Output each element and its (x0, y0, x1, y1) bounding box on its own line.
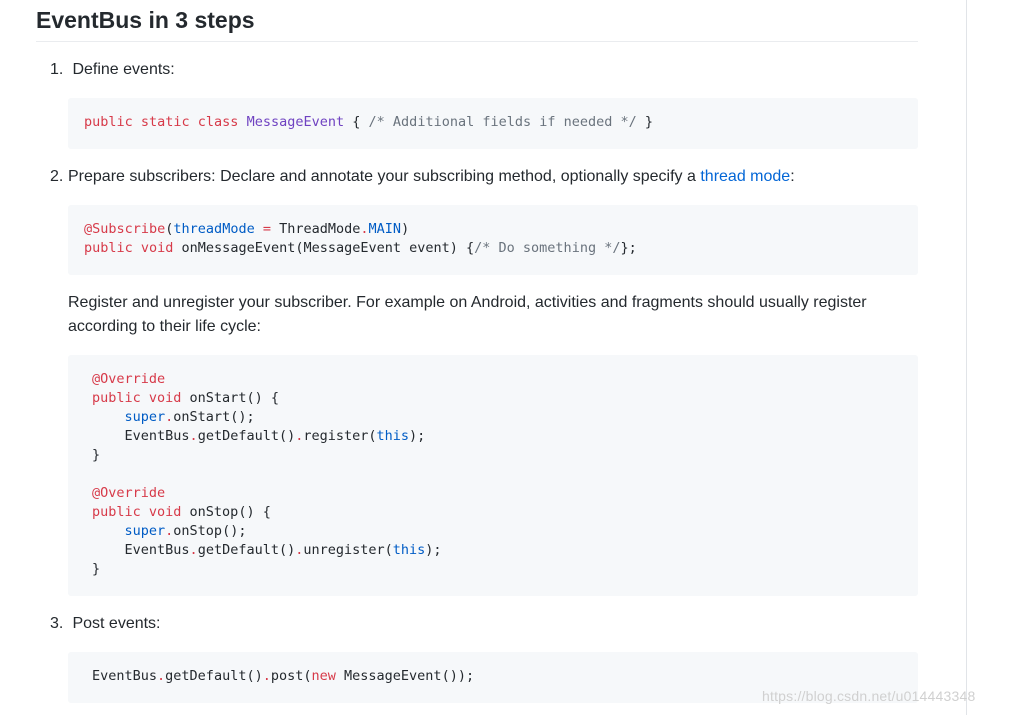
code-call-end: ); (409, 428, 426, 444)
code-call: onStart(); (173, 409, 255, 425)
step-1: 1. Define events: (50, 58, 175, 82)
code-block-define-event: public static class MessageEvent { /* Ad… (68, 98, 918, 149)
step-3-text: Post events: (72, 615, 161, 632)
code-super: super (124, 409, 166, 425)
code-operator: = (262, 221, 271, 237)
code-method-signature: onStart() { (189, 390, 279, 406)
code-method-signature: onStop() { (189, 504, 271, 520)
code-type: ThreadMode (279, 221, 361, 237)
step-2-number: 2. (50, 168, 64, 185)
section-heading: EventBus in 3 steps (36, 7, 255, 33)
code-call-end: ); (425, 542, 442, 558)
code-call: getDefault() (165, 668, 263, 684)
code-type: EventBus (124, 542, 190, 558)
code-keyword: public void (92, 504, 182, 520)
code-type: EventBus (92, 668, 158, 684)
code-brace: }; (620, 240, 637, 256)
code-param: threadMode (173, 221, 255, 237)
code-constant: MAIN (368, 221, 402, 237)
step-3: 3. Post events: (50, 612, 161, 636)
code-call: post( (270, 668, 312, 684)
heading-divider (36, 41, 918, 42)
code-call: getDefault() (197, 428, 296, 444)
step-2-text: Prepare subscribers: Declare and annotat… (68, 168, 701, 185)
code-keyword: public void (92, 390, 182, 406)
code-brace: } (92, 447, 101, 463)
code-operator: . (262, 668, 271, 684)
code-block-subscriber: @Subscribe(threadMode = ThreadMode.MAIN)… (68, 205, 918, 275)
code-type: EventBus (124, 428, 190, 444)
code-brace: { (352, 114, 361, 130)
code-annotation: @Override (92, 485, 166, 501)
code-operator: . (189, 542, 198, 558)
thread-mode-link[interactable]: thread mode (700, 168, 790, 185)
code-call: MessageEvent()); (344, 668, 475, 684)
step-2-colon: : (790, 168, 795, 185)
code-call: getDefault() (197, 542, 296, 558)
code-brace: } (92, 561, 101, 577)
code-annotation: @Override (92, 371, 166, 387)
step-3-number: 3. (50, 615, 64, 632)
code-brace: } (644, 114, 654, 130)
code-comment: /* Do something */ (474, 240, 621, 256)
code-call: register( (303, 428, 377, 444)
code-keyword: new (311, 668, 336, 684)
code-operator: . (360, 221, 369, 237)
code-annotation: @Subscribe (84, 221, 166, 237)
code-call: unregister( (303, 542, 393, 558)
register-paragraph: Register and unregister your subscriber.… (68, 294, 867, 335)
code-comment: /* Additional fields if needed */ (368, 114, 637, 130)
code-call: onStop(); (173, 523, 247, 539)
code-keyword: public void (84, 240, 174, 256)
code-operator: . (157, 668, 166, 684)
code-super: super (124, 523, 166, 539)
code-paren: ) (401, 221, 410, 237)
step-1-number: 1. (50, 61, 64, 78)
code-keyword: public static class (84, 114, 239, 130)
code-block-register: @Override public void onStart() { super.… (68, 355, 918, 596)
watermark: https://blog.csdn.net/u014443348 (762, 688, 976, 704)
page-right-border (966, 0, 967, 715)
code-this: this (392, 542, 426, 558)
code-class-name: MessageEvent (246, 114, 345, 130)
code-method-signature: onMessageEvent(MessageEvent event) { (181, 240, 475, 256)
code-this: this (376, 428, 410, 444)
step-1-text: Define events: (72, 61, 175, 78)
code-operator: . (189, 428, 198, 444)
step-2: 2. Prepare subscribers: Declare and annot… (50, 165, 918, 189)
